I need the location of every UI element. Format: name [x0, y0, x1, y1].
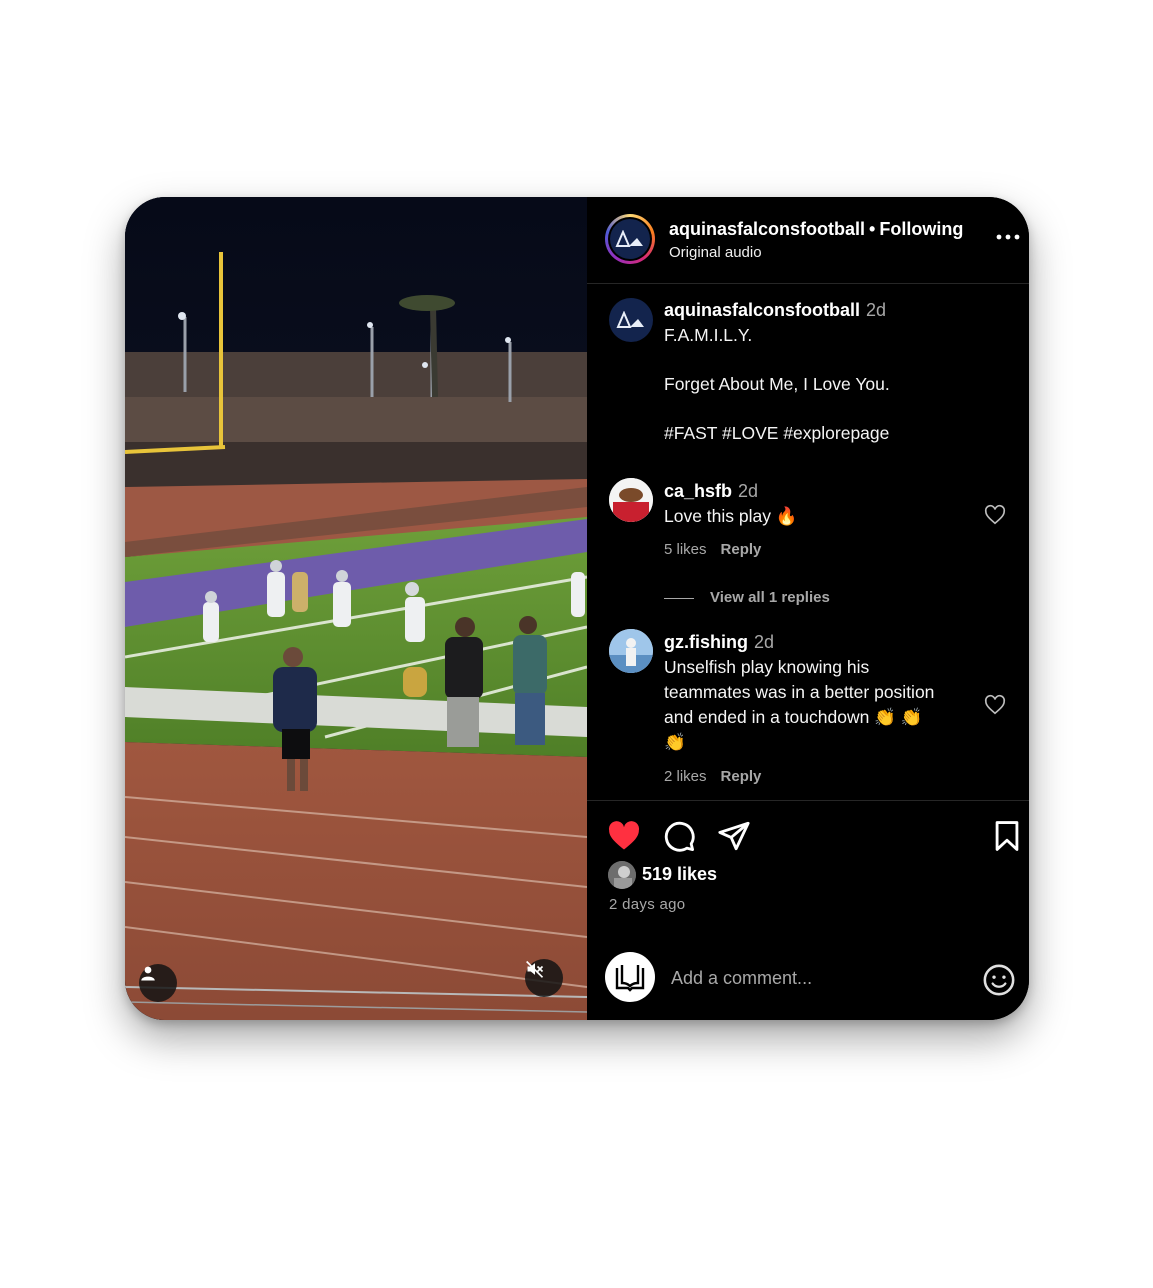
comment-2-likes[interactable]: 2 likes — [664, 768, 707, 785]
angler-photo-icon — [609, 629, 653, 673]
caption-header: aquinasfalconsfootball 2d — [664, 298, 886, 323]
commenter-avatar-ca-hsfb[interactable] — [609, 478, 653, 522]
comment-2-like-icon[interactable] — [984, 694, 1006, 716]
comment-2-username[interactable]: gz.fishing — [664, 632, 748, 652]
comment-2-line-1: Unselfish play knowing his — [664, 657, 870, 677]
comment-2-header: gz.fishing 2d — [664, 630, 774, 655]
emoji-icon[interactable] — [982, 963, 1016, 997]
mute-button[interactable] — [525, 959, 563, 997]
post-modal: aquinasfalconsfootball • Following Origina… — [125, 197, 1029, 1020]
comment-1-likes[interactable]: 5 likes — [664, 541, 707, 558]
comment-2-time: 2d — [754, 632, 775, 652]
likes-count[interactable]: 519 likes — [642, 864, 717, 885]
audio-label[interactable]: Original audio — [669, 244, 762, 261]
post-details-panel: aquinasfalconsfootball • Following Origina… — [587, 197, 1029, 1020]
video-frame — [125, 197, 587, 1020]
comments-section: aquinasfalconsfootball 2d F.A.M.I.L.Y. Fo… — [587, 284, 1029, 800]
caption-avatar[interactable] — [609, 298, 653, 342]
tagged-people-button[interactable] — [139, 964, 177, 1002]
commenter-avatar-gz-fishing[interactable] — [609, 629, 653, 673]
comment-2-reply-button[interactable]: Reply — [721, 768, 762, 785]
falcon-logo-icon — [616, 311, 644, 328]
add-comment-row — [587, 942, 1029, 1020]
heart-filled-icon[interactable] — [607, 819, 641, 853]
post-header: aquinasfalconsfootball • Following Origina… — [587, 197, 1029, 284]
liker-avatar — [608, 861, 636, 889]
view-replies-label: View all 1 replies — [710, 589, 830, 606]
dot-separator: • — [869, 219, 876, 239]
bookmark-icon[interactable] — [990, 819, 1024, 853]
post-age: 2 days ago — [609, 896, 686, 913]
comment-2-line-2: teammates was in a better position — [664, 682, 935, 702]
view-replies-button[interactable]: View all 1 replies — [664, 589, 830, 606]
replies-divider — [664, 597, 694, 599]
comment-1-text: Love this play 🔥 — [664, 506, 798, 526]
comment-1-like-icon[interactable] — [984, 504, 1006, 526]
comment-1-username[interactable]: ca_hsfb — [664, 481, 732, 501]
paper-plane-icon[interactable] — [717, 819, 751, 853]
caption-line-1: F.A.M.I.L.Y. — [664, 325, 753, 345]
liker-photo-icon — [608, 861, 636, 889]
comment-1-meta: 5 likes Reply — [664, 541, 775, 558]
caption-hashtags[interactable]: #FAST #LOVE #explorepage — [664, 421, 889, 446]
person-icon — [141, 966, 155, 981]
my-avatar — [605, 952, 655, 1002]
comment-2-meta: 2 likes Reply — [664, 768, 775, 785]
add-comment-input[interactable] — [669, 962, 973, 994]
comment-2-line-3: and ended in a touchdown 👏 👏 — [664, 707, 923, 727]
caption-time: 2d — [866, 300, 887, 320]
comment-1-header: ca_hsfb 2d — [664, 479, 758, 504]
caption-line-2: Forget About Me, I Love You. — [664, 374, 890, 394]
author-avatar[interactable] — [605, 214, 655, 264]
caption-username[interactable]: aquinasfalconsfootball — [664, 300, 860, 320]
author-username[interactable]: aquinasfalconsfootball — [669, 219, 865, 239]
open-book-logo-icon — [615, 965, 645, 992]
comment-1-time: 2d — [738, 481, 759, 501]
comment-1-reply-button[interactable]: Reply — [721, 541, 762, 558]
falcon-logo-icon — [615, 230, 643, 247]
california-flag-logo-icon — [609, 478, 653, 522]
comment-2-line-4: 👏 — [664, 732, 686, 752]
post-video[interactable] — [125, 197, 587, 1020]
comment-icon[interactable] — [662, 819, 696, 853]
more-options-icon[interactable] — [995, 227, 1021, 247]
following-button[interactable]: Following — [879, 219, 963, 239]
muted-speaker-icon — [526, 960, 544, 978]
header-username-line: aquinasfalconsfootball • Following — [669, 219, 963, 240]
